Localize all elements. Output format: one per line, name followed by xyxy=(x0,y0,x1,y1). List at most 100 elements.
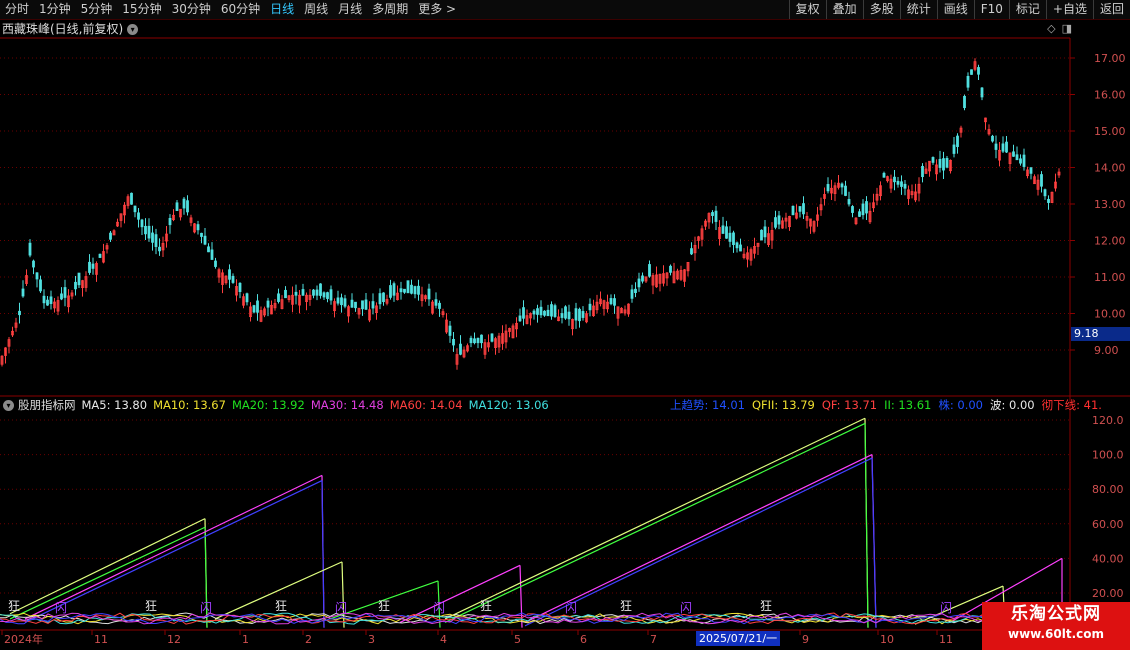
candle-body xyxy=(301,289,305,296)
candle-body xyxy=(956,135,959,147)
candle-body xyxy=(777,215,781,225)
signal-label: 闪 xyxy=(335,601,347,615)
candle-body xyxy=(490,333,494,342)
candle-body xyxy=(550,304,553,317)
price-tick-label: 14.00 xyxy=(1094,162,1126,175)
candle-body xyxy=(690,248,693,255)
signal-label: 狂 xyxy=(760,599,772,613)
candle-body xyxy=(473,338,476,344)
indicator-ramp xyxy=(444,417,866,620)
candle-body xyxy=(630,289,634,299)
candle-body xyxy=(721,225,725,234)
candle-body xyxy=(966,75,970,88)
signal-label: 闪 xyxy=(940,601,952,615)
candle-body xyxy=(228,269,231,280)
candle-body xyxy=(410,284,413,294)
indicator-tick-label: 20.00 xyxy=(1092,587,1124,600)
candle-body xyxy=(399,288,403,293)
candle-body xyxy=(21,288,25,297)
indicator-drop xyxy=(864,423,869,628)
candle-body xyxy=(413,286,417,295)
candle-body xyxy=(564,306,567,319)
indicator-tick-label: 40.00 xyxy=(1092,552,1124,565)
ma-value-0: MA5: 13.80 xyxy=(81,398,148,412)
watermark-logo: 乐淘公式网 www.60lt.com xyxy=(982,602,1130,650)
date-label: 9 xyxy=(802,633,809,646)
candle-body xyxy=(294,291,298,296)
candle-body xyxy=(844,185,847,196)
candle-body xyxy=(340,297,343,306)
indicator-ramp xyxy=(524,454,873,623)
candle-body xyxy=(774,217,777,228)
candle-body xyxy=(350,299,354,308)
candle-body xyxy=(389,285,392,298)
candle-body xyxy=(312,289,315,296)
candle-body xyxy=(921,165,924,178)
date-label: 4 xyxy=(440,633,447,646)
price-tick-label: 9.00 xyxy=(1094,344,1119,357)
price-tick-label: 11.00 xyxy=(1094,271,1126,284)
kline-chart[interactable]: 17.00 16.00 15.00 14.00 13.00 12.00 11.00 10.00… xyxy=(0,0,1130,650)
signal-label: 闪 xyxy=(433,601,445,615)
indicator-ramp xyxy=(444,422,866,623)
candle-body xyxy=(18,310,21,316)
candle-body xyxy=(760,229,763,241)
candle-body xyxy=(32,260,35,268)
date-label: 7 xyxy=(650,633,657,646)
ma-value-4: MA60: 14.04 xyxy=(389,398,463,412)
current-price-tag: 9.18 xyxy=(1071,327,1130,341)
candle-body xyxy=(392,283,396,296)
candle-body xyxy=(900,181,903,187)
ma-value-2: MA20: 13.92 xyxy=(231,398,305,412)
candle-body xyxy=(522,307,525,319)
candle-body xyxy=(319,283,322,296)
indicator-value-6: 彻下线: 41. xyxy=(1041,398,1102,412)
candle-body xyxy=(732,232,735,246)
candle-body xyxy=(98,253,102,258)
candle-body xyxy=(88,261,91,273)
candle-body xyxy=(1047,198,1050,203)
candle-body xyxy=(725,226,728,239)
watermark-url: www.60lt.com xyxy=(1007,627,1105,641)
indicator-value-5: 波: 0.00 xyxy=(989,398,1035,412)
candle-body xyxy=(763,226,767,238)
date-label: 1 xyxy=(242,633,249,646)
candle-body xyxy=(578,308,581,322)
indicator-tick-label: 80.00 xyxy=(1092,483,1124,496)
candle-body xyxy=(574,308,578,321)
price-tick-label: 13.00 xyxy=(1094,198,1126,211)
candle-body xyxy=(231,275,235,283)
candle-body xyxy=(539,306,543,316)
candle-body xyxy=(609,298,613,305)
ma-value-3: MA30: 14.48 xyxy=(310,398,384,412)
candle-body xyxy=(256,300,259,313)
candle-body xyxy=(963,95,966,109)
candle-body xyxy=(74,281,77,290)
candle-body xyxy=(893,176,896,183)
chevron-down-icon[interactable]: ▾ xyxy=(3,399,14,411)
candle-body xyxy=(448,325,452,336)
candle-body xyxy=(91,263,95,269)
candle-body xyxy=(567,311,571,320)
candle-body xyxy=(903,183,907,189)
candle-body xyxy=(802,203,805,215)
price-tick-label: 16.00 xyxy=(1094,89,1126,102)
candle-body xyxy=(382,292,385,303)
candle-body xyxy=(711,212,714,216)
candle-body xyxy=(39,279,42,292)
candle-body xyxy=(942,158,945,171)
candle-body xyxy=(336,297,340,304)
ma-value-1: MA10: 13.67 xyxy=(153,398,226,412)
price-tick-label: 10.00 xyxy=(1094,308,1126,321)
candle-body xyxy=(1019,158,1022,164)
indicator-tick-label: 100.0 xyxy=(1092,449,1124,462)
candle-body xyxy=(63,287,67,298)
candle-body xyxy=(130,192,133,205)
indicator-ramp xyxy=(24,474,323,620)
candle-body xyxy=(137,212,140,220)
indicator-tick-label: 120.0 xyxy=(1092,414,1124,427)
candle-body xyxy=(546,309,550,317)
candle-body xyxy=(798,206,802,212)
signal-label: 狂 xyxy=(8,599,20,613)
candle-body xyxy=(214,260,217,267)
